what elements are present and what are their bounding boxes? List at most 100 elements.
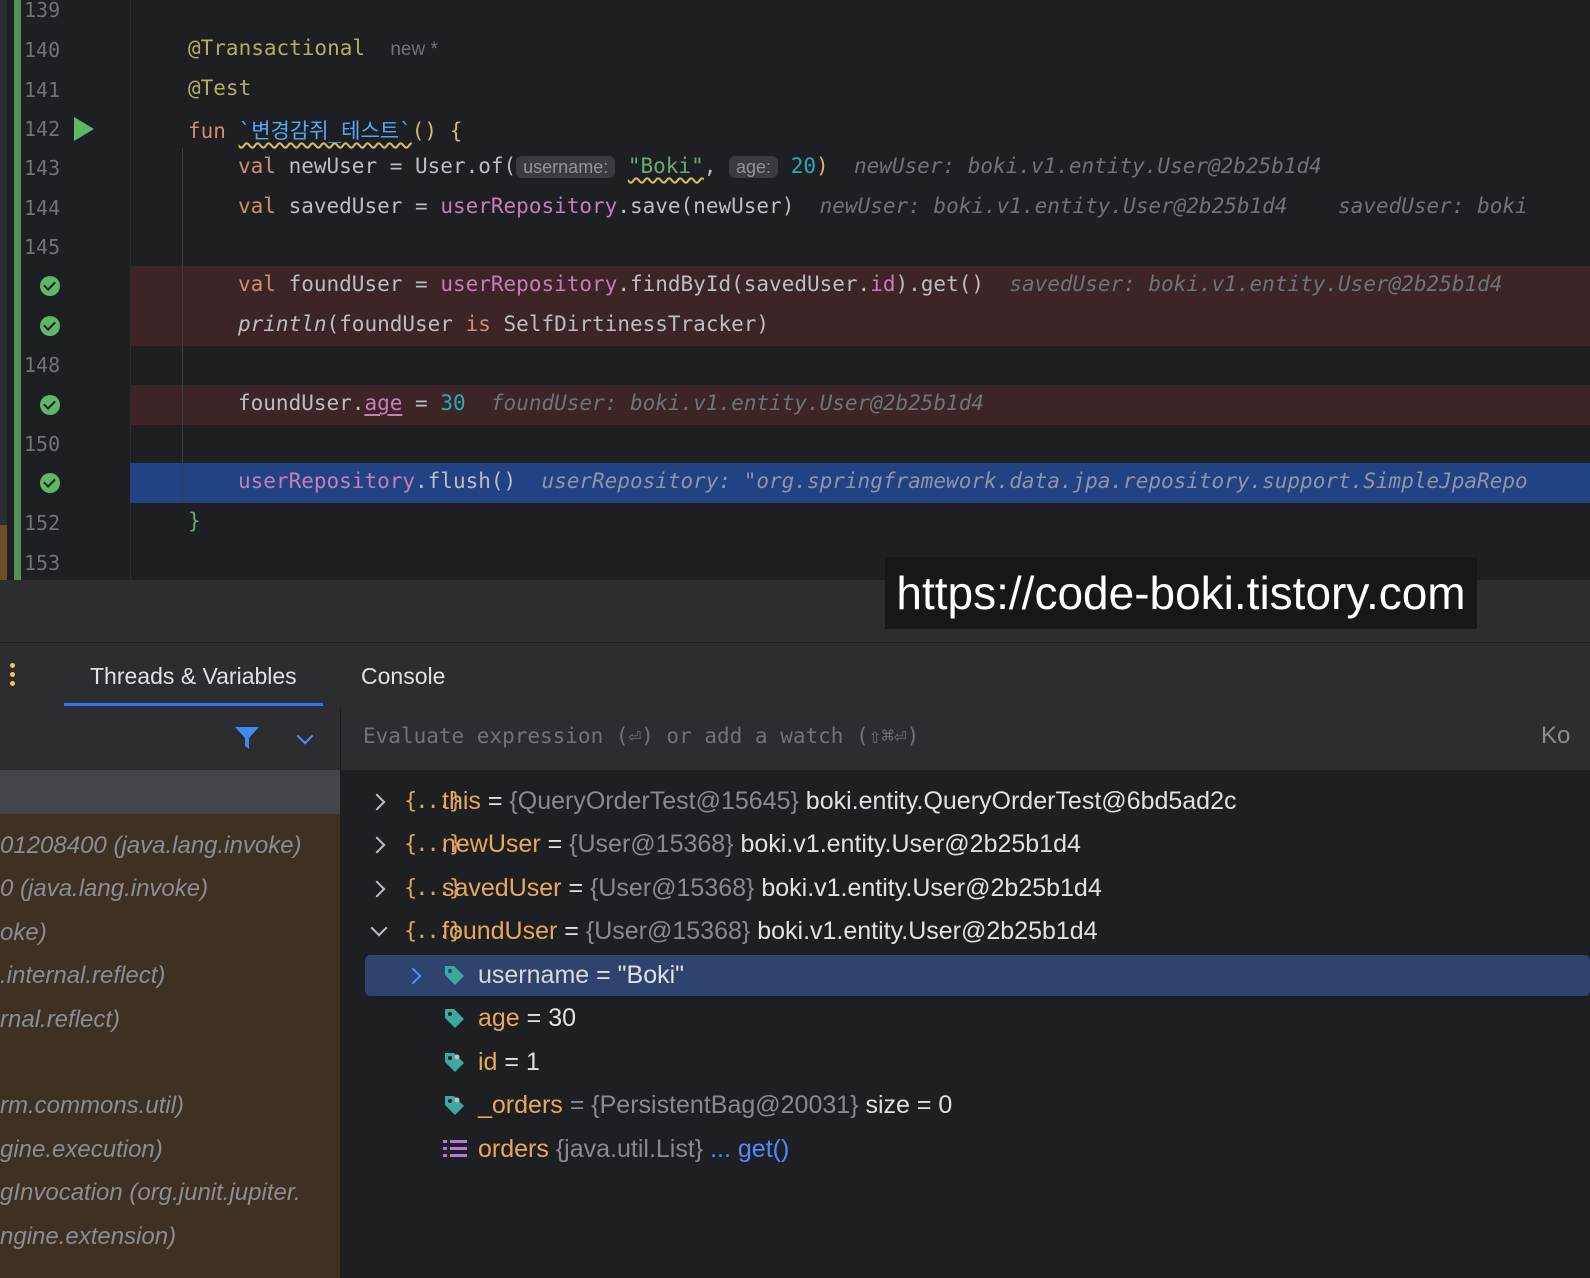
- stack-frame[interactable]: [0, 770, 340, 813]
- code-punctuation: () {: [411, 119, 463, 143]
- code-text: println(foundUser is SelfDirtinessTracke…: [238, 312, 769, 336]
- field-tag-icon: [445, 966, 464, 985]
- variable-value: boki.v1.entity.User@2b25b1d4: [757, 917, 1098, 945]
- inline-debug-value: userRepository: "org.springframework.dat…: [541, 469, 1528, 493]
- string-literal: "Boki": [627, 154, 704, 178]
- chevron-right-icon[interactable]: [368, 836, 386, 854]
- field-type: {java.util.List}: [555, 1135, 704, 1163]
- chevron-right-icon[interactable]: [368, 793, 386, 811]
- code-segment: foundUser.: [238, 391, 365, 415]
- stack-frame[interactable]: gine.execution): [0, 1128, 340, 1171]
- stack-frame[interactable]: rnal.reflect): [0, 998, 340, 1041]
- code-segment: =: [402, 391, 441, 415]
- code-editor[interactable]: 139 140 @Transactional new * 141 @Test 1…: [0, 0, 1590, 588]
- code-line: 140 @Transactional new *: [0, 30, 1590, 70]
- variable-row[interactable]: {...} this = {QueryOrderTest@15645} boki…: [341, 780, 1590, 823]
- variable-name: this: [442, 787, 481, 815]
- list-property-icon: [443, 1140, 467, 1157]
- code-segment: SelfDirtinessTracker): [490, 312, 770, 336]
- variable-text: this = {QueryOrderTest@15645} boki.entit…: [442, 787, 1237, 815]
- breakpoint-verified-icon[interactable]: [40, 473, 60, 493]
- line-number: 144: [24, 196, 61, 220]
- evaluate-expression-input[interactable]: Evaluate expression (⏎) or add a watch (…: [363, 724, 919, 748]
- code-segment: savedUser =: [275, 194, 441, 218]
- stack-frame[interactable]: .internal.reflect): [0, 954, 340, 997]
- field-row[interactable]: age = 30: [341, 997, 1590, 1040]
- code-segment: (foundUser: [326, 312, 466, 336]
- property-ref: userRepository: [238, 469, 416, 493]
- field-row[interactable]: id = 1: [341, 1041, 1590, 1084]
- field-name: _orders: [478, 1091, 563, 1119]
- variable-name: savedUser: [442, 874, 562, 902]
- inline-debug-value: foundUser: boki.v1.entity.User@2b25b1d4: [490, 391, 984, 415]
- field-name: orders: [478, 1135, 549, 1163]
- stack-frame[interactable]: 01208400 (java.lang.invoke): [0, 824, 340, 867]
- field-name: username: [478, 961, 590, 989]
- param-hint-chip: username:: [516, 156, 616, 178]
- variable-row[interactable]: {...} savedUser = {User@15368} boki.v1.e…: [341, 867, 1590, 910]
- filter-icon[interactable]: [234, 726, 260, 750]
- field-name: age: [478, 1004, 520, 1032]
- code-text: fun `변경감쥐_테스트`() {: [188, 115, 462, 145]
- variable-value: boki.v1.entity.User@2b25b1d4: [761, 874, 1102, 902]
- stack-frame[interactable]: oke): [0, 911, 340, 954]
- keyword: val: [238, 154, 276, 178]
- field-type: = {PersistentBag@20031}: [569, 1091, 859, 1119]
- code-punctuation: ): [816, 154, 829, 178]
- variable-text: newUser = {User@15368} boki.v1.entity.Us…: [442, 830, 1081, 858]
- field-tag-icon: [445, 1053, 464, 1072]
- line-number: 153: [24, 551, 61, 575]
- code-text: val foundUser = userRepository.findById(…: [238, 272, 1502, 296]
- tab-console[interactable]: Console: [361, 643, 445, 707]
- stack-frame[interactable]: 0 (java.lang.invoke): [0, 867, 340, 910]
- chevron-down-icon[interactable]: [370, 919, 388, 937]
- run-test-icon[interactable]: [74, 117, 94, 141]
- variable-name: foundUser: [442, 917, 558, 945]
- stack-frame[interactable]: rm.commons.util): [0, 1084, 340, 1127]
- field-text: username = "Boki": [478, 954, 684, 997]
- keyword: fun: [188, 119, 226, 143]
- inline-debug-value: savedUser: boki.v1.entity.User@2b25b1d4: [1009, 272, 1503, 296]
- line-number: 148: [24, 353, 61, 377]
- field-name: id: [478, 1048, 498, 1076]
- lazy-get-link[interactable]: ... get(): [710, 1135, 789, 1163]
- tab-threads-variables[interactable]: Threads & Variables: [64, 643, 323, 707]
- variable-value: boki.entity.QueryOrderTest@6bd5ad2c: [805, 787, 1237, 815]
- annotation: @Test: [188, 76, 252, 100]
- watermark-url: https://code-boki.tistory.com: [885, 557, 1477, 629]
- variable-row[interactable]: {...} newUser = {User@15368} boki.v1.ent…: [341, 823, 1590, 866]
- stack-frame[interactable]: [0, 1041, 340, 1084]
- inline-debug-value: savedUser: boki: [1338, 194, 1528, 218]
- field-text: _orders = {PersistentBag@20031} size = 0: [478, 1084, 952, 1127]
- code-segment: ,: [703, 154, 730, 178]
- chevron-right-icon[interactable]: [368, 880, 386, 898]
- breakpoint-verified-icon[interactable]: [40, 395, 60, 415]
- line-number: 141: [24, 78, 61, 102]
- inline-debug-value: newUser: boki.v1.entity.User@2b25b1d4: [819, 194, 1288, 218]
- more-options-icon[interactable]: [8, 663, 18, 689]
- field-row[interactable]: _orders = {PersistentBag@20031} size = 0: [341, 1084, 1590, 1127]
- field-row-selected[interactable]: username = "Boki": [341, 954, 1590, 997]
- breakpoint-line: foundUser.age = 30 foundUser: boki.v1.en…: [0, 385, 1590, 425]
- chevron-down-icon[interactable]: [296, 727, 314, 745]
- code-text: val savedUser = userRepository.save(newU…: [238, 194, 1528, 218]
- annotation: @Transactional: [188, 36, 366, 60]
- language-indicator[interactable]: Ko: [1541, 722, 1570, 750]
- field-text: id = 1: [478, 1041, 540, 1084]
- variable-type: {User@15368}: [585, 917, 751, 945]
- field-value: = "Boki": [596, 961, 685, 989]
- code-segment: .flush(): [415, 469, 517, 493]
- field-text: age = 30: [478, 997, 576, 1040]
- frames-toolbar: [0, 706, 340, 771]
- variable-row-expanded[interactable]: {...} foundUser = {User@15368} boki.v1.e…: [341, 910, 1590, 953]
- field-row[interactable]: orders {java.util.List} ... get(): [341, 1128, 1590, 1171]
- breakpoint-verified-icon[interactable]: [40, 276, 60, 296]
- function-call: println: [238, 312, 327, 336]
- code-line: 144 val savedUser = userRepository.save(…: [0, 188, 1590, 228]
- code-line: 150: [0, 424, 1590, 464]
- stack-frames-list[interactable]: 01208400 (java.lang.invoke) 0 (java.lang…: [0, 770, 340, 1278]
- line-number: 140: [24, 38, 61, 62]
- breakpoint-verified-icon[interactable]: [40, 316, 60, 336]
- stack-frame[interactable]: gInvocation (org.junit.jupiter.: [0, 1171, 340, 1214]
- stack-frame[interactable]: ngine.extension): [0, 1215, 340, 1258]
